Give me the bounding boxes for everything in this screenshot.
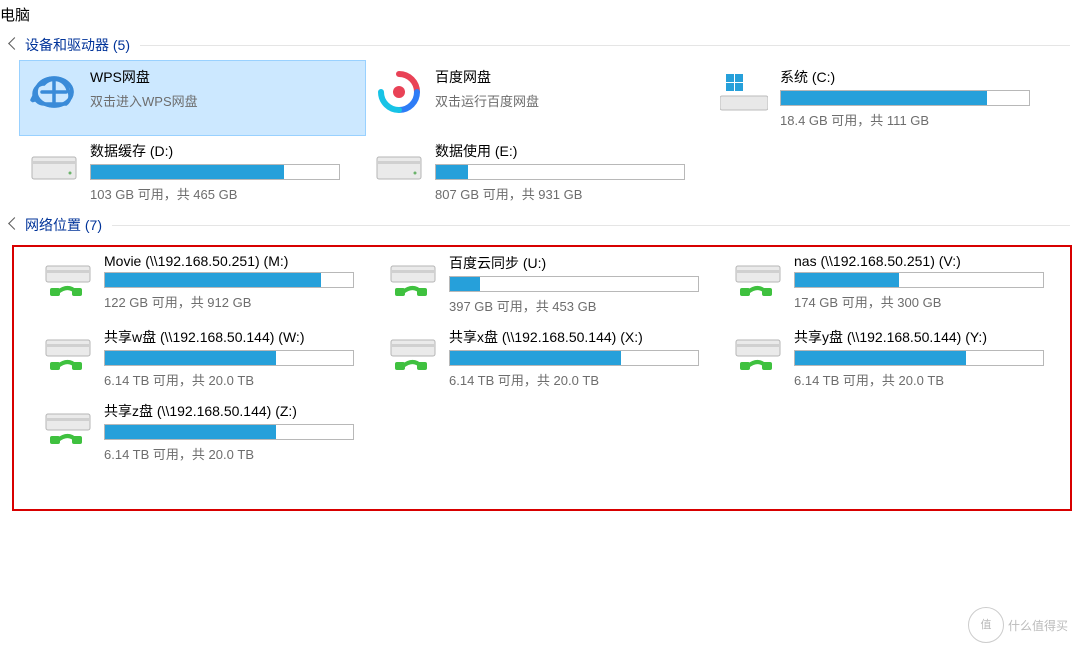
capacity-bar-fill xyxy=(450,277,480,291)
drive-title: 共享w盘 (\\192.168.50.144) (W:) xyxy=(104,327,373,347)
drive-item[interactable]: 数据使用 (E:) 807 GB 可用，共 931 GB xyxy=(365,135,710,209)
drive-title: 数据使用 (E:) xyxy=(435,141,704,161)
network-drive-item[interactable]: 共享y盘 (\\192.168.50.144) (Y:) 6.14 TB 可用，共… xyxy=(724,321,1069,395)
capacity-bar xyxy=(780,90,1030,106)
network-drive-item[interactable]: 百度云同步 (U:) 397 GB 可用，共 453 GB xyxy=(379,247,724,321)
drive-title: 共享z盘 (\\192.168.50.144) (Z:) xyxy=(104,401,373,421)
drive-icon xyxy=(26,141,82,191)
drive-info: 百度网盘双击运行百度网盘 xyxy=(435,67,704,110)
capacity-bar xyxy=(90,164,340,180)
drive-icon xyxy=(716,67,772,117)
drive-subtitle: 397 GB 可用，共 453 GB xyxy=(449,296,718,315)
group-header-network[interactable]: 网络位置 (7) xyxy=(0,209,1080,241)
watermark-icon: 值 xyxy=(968,607,1004,643)
location-header: 电脑 xyxy=(0,0,1080,29)
drive-icon xyxy=(371,67,427,117)
drive-info: 共享y盘 (\\192.168.50.144) (Y:) 6.14 TB 可用，共… xyxy=(794,327,1063,389)
drive-icon xyxy=(385,253,441,303)
drive-item[interactable]: 数据缓存 (D:) 103 GB 可用，共 465 GB xyxy=(20,135,365,209)
capacity-bar-fill xyxy=(105,273,321,287)
group-label: 设备和驱动器 xyxy=(25,35,109,55)
watermark: 值 什么值得买 xyxy=(968,607,1068,643)
chevron-down-icon xyxy=(8,37,21,50)
drive-subtitle: 6.14 TB 可用，共 20.0 TB xyxy=(104,444,373,463)
group-header-devices[interactable]: 设备和驱动器 (5) xyxy=(0,29,1080,61)
drive-icon xyxy=(385,327,441,377)
drive-subtitle: 双击进入WPS网盘 xyxy=(90,91,359,110)
group-label: 网络位置 xyxy=(25,215,81,235)
drive-info: 共享x盘 (\\192.168.50.144) (X:) 6.14 TB 可用，共… xyxy=(449,327,718,389)
drive-icon xyxy=(730,327,786,377)
capacity-bar-fill xyxy=(105,351,276,365)
drive-icon xyxy=(40,401,96,451)
drive-title: 百度云同步 (U:) xyxy=(449,253,718,273)
drive-icon xyxy=(40,327,96,377)
chevron-down-icon xyxy=(8,217,21,230)
capacity-bar-fill xyxy=(795,273,899,287)
capacity-bar-fill xyxy=(91,165,284,179)
capacity-bar xyxy=(104,272,354,288)
drive-info: 数据缓存 (D:) 103 GB 可用，共 465 GB xyxy=(90,141,359,203)
drive-title: 百度网盘 xyxy=(435,67,704,87)
capacity-bar xyxy=(449,350,699,366)
drive-subtitle: 双击运行百度网盘 xyxy=(435,91,704,110)
network-grid: Movie (\\192.168.50.251) (M:) 122 GB 可用，共… xyxy=(14,247,1070,469)
capacity-bar xyxy=(794,350,1044,366)
capacity-bar-fill xyxy=(105,425,276,439)
devices-grid: WPS网盘双击进入WPS网盘 百度网盘双击运行百度网盘 系统 (C:) 18.4 GB… xyxy=(0,61,1080,209)
capacity-bar-fill xyxy=(436,165,468,179)
drive-info: 共享z盘 (\\192.168.50.144) (Z:) 6.14 TB 可用，共… xyxy=(104,401,373,463)
network-drive-item[interactable]: Movie (\\192.168.50.251) (M:) 122 GB 可用，共… xyxy=(34,247,379,321)
drive-item[interactable]: 系统 (C:) 18.4 GB 可用，共 111 GB xyxy=(710,61,1055,135)
capacity-bar-fill xyxy=(795,351,966,365)
group-count: (7) xyxy=(85,217,102,233)
capacity-bar xyxy=(435,164,685,180)
group-divider xyxy=(140,45,1070,46)
drive-info: WPS网盘双击进入WPS网盘 xyxy=(90,67,359,110)
network-drive-item[interactable]: 共享z盘 (\\192.168.50.144) (Z:) 6.14 TB 可用，共… xyxy=(34,395,379,469)
capacity-bar xyxy=(449,276,699,292)
drive-title: Movie (\\192.168.50.251) (M:) xyxy=(104,253,373,269)
capacity-bar xyxy=(104,350,354,366)
drive-icon xyxy=(730,253,786,303)
network-drive-item[interactable]: nas (\\192.168.50.251) (V:) 174 GB 可用，共 3… xyxy=(724,247,1069,321)
drive-icon xyxy=(26,67,82,117)
drive-subtitle: 807 GB 可用，共 931 GB xyxy=(435,184,704,203)
drive-subtitle: 6.14 TB 可用，共 20.0 TB xyxy=(104,370,373,389)
drive-subtitle: 18.4 GB 可用，共 111 GB xyxy=(780,110,1049,129)
capacity-bar-fill xyxy=(781,91,987,105)
capacity-bar xyxy=(104,424,354,440)
drive-icon xyxy=(40,253,96,303)
drive-info: 数据使用 (E:) 807 GB 可用，共 931 GB xyxy=(435,141,704,203)
drive-title: 共享x盘 (\\192.168.50.144) (X:) xyxy=(449,327,718,347)
drive-info: Movie (\\192.168.50.251) (M:) 122 GB 可用，共… xyxy=(104,253,373,311)
group-count: (5) xyxy=(113,37,130,53)
drive-icon xyxy=(371,141,427,191)
capacity-bar xyxy=(794,272,1044,288)
drive-info: nas (\\192.168.50.251) (V:) 174 GB 可用，共 3… xyxy=(794,253,1063,311)
drive-subtitle: 174 GB 可用，共 300 GB xyxy=(794,292,1063,311)
drive-subtitle: 6.14 TB 可用，共 20.0 TB xyxy=(449,370,718,389)
drive-title: 共享y盘 (\\192.168.50.144) (Y:) xyxy=(794,327,1063,347)
drive-title: WPS网盘 xyxy=(90,67,359,87)
location-label: 电脑 xyxy=(0,7,30,24)
drive-title: 数据缓存 (D:) xyxy=(90,141,359,161)
drive-subtitle: 122 GB 可用，共 912 GB xyxy=(104,292,373,311)
drive-item[interactable]: 百度网盘双击运行百度网盘 xyxy=(365,61,710,135)
drive-subtitle: 6.14 TB 可用，共 20.0 TB xyxy=(794,370,1063,389)
drive-title: 系统 (C:) xyxy=(780,67,1049,87)
highlight-box: Movie (\\192.168.50.251) (M:) 122 GB 可用，共… xyxy=(12,245,1072,511)
drive-title: nas (\\192.168.50.251) (V:) xyxy=(794,253,1063,269)
drive-item[interactable]: WPS网盘双击进入WPS网盘 xyxy=(20,61,365,135)
watermark-text: 什么值得买 xyxy=(1008,617,1068,634)
network-drive-item[interactable]: 共享x盘 (\\192.168.50.144) (X:) 6.14 TB 可用，共… xyxy=(379,321,724,395)
drive-info: 共享w盘 (\\192.168.50.144) (W:) 6.14 TB 可用，共… xyxy=(104,327,373,389)
group-divider xyxy=(112,225,1070,226)
drive-info: 百度云同步 (U:) 397 GB 可用，共 453 GB xyxy=(449,253,718,315)
capacity-bar-fill xyxy=(450,351,621,365)
drive-info: 系统 (C:) 18.4 GB 可用，共 111 GB xyxy=(780,67,1049,129)
drive-subtitle: 103 GB 可用，共 465 GB xyxy=(90,184,359,203)
network-drive-item[interactable]: 共享w盘 (\\192.168.50.144) (W:) 6.14 TB 可用，共… xyxy=(34,321,379,395)
